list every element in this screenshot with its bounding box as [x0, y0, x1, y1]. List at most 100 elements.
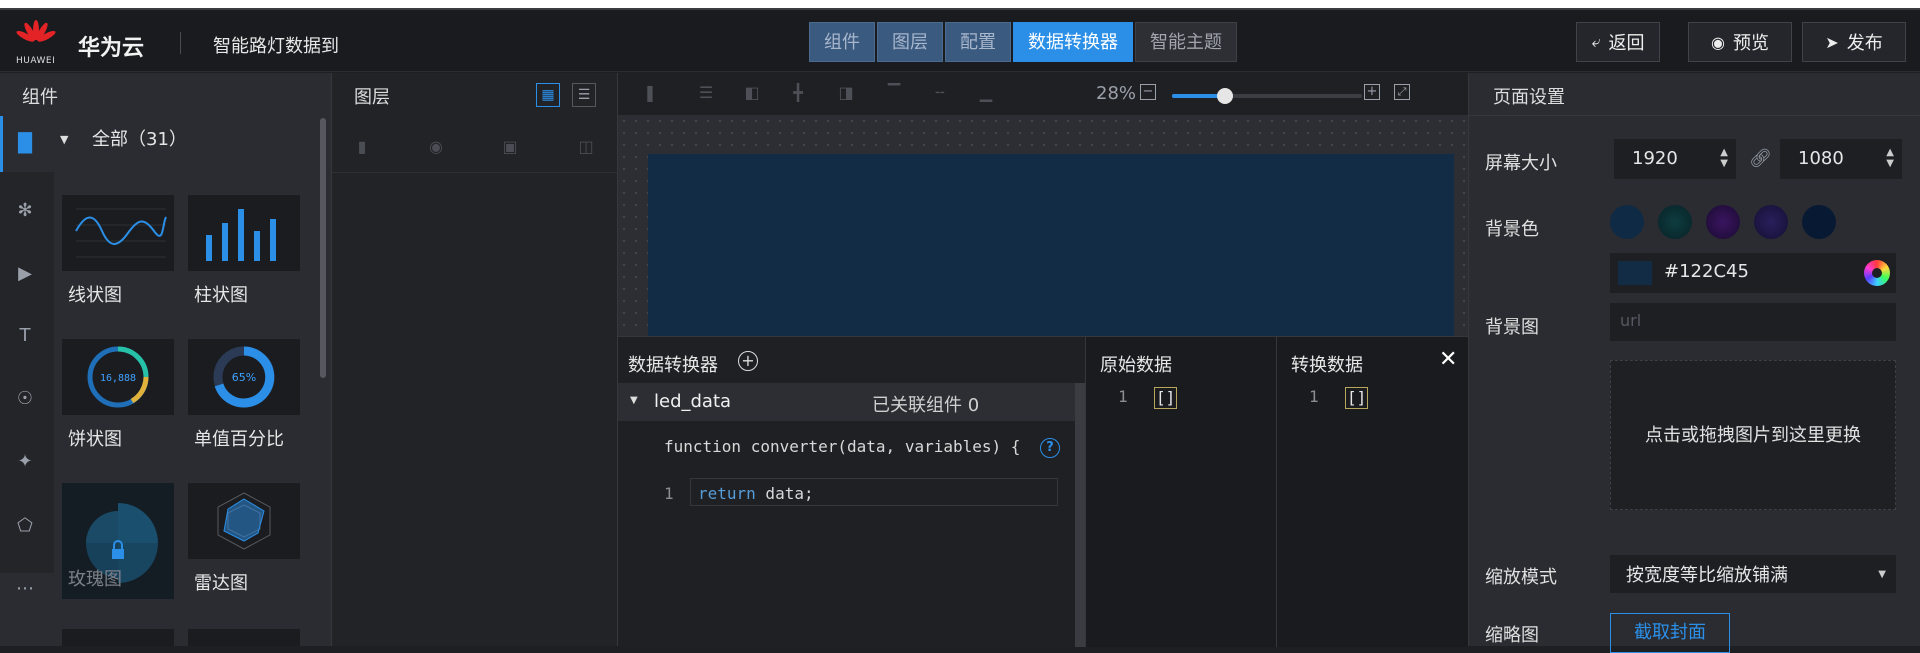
pie-chart-thumbnail[interactable]: 16,888 [62, 339, 174, 415]
color-picker-icon[interactable] [1864, 260, 1890, 286]
tab-config[interactable]: 配置 [945, 22, 1011, 62]
line-chart-thumbnail[interactable] [62, 195, 174, 271]
converter-title: 数据转换器 [628, 355, 718, 376]
bg-swatch-2[interactable] [1658, 205, 1692, 239]
publish-label: 发布 [1846, 33, 1883, 54]
tab-smart-theme[interactable]: 智能主题 [1135, 22, 1237, 62]
bg-color-chip [1618, 261, 1652, 285]
raw-data-pane: 原始数据 1 [] [1085, 337, 1276, 647]
preview-icon: ◉ [1711, 32, 1725, 52]
align-left-icon[interactable]: ❚ [640, 83, 660, 103]
align-left-edge-icon[interactable]: ◧ [742, 83, 762, 103]
trash-icon[interactable]: ◫ [576, 137, 596, 157]
chevron-down-icon: ▼ [1878, 569, 1886, 580]
linked-count: 已关联组件 0 [872, 395, 980, 416]
eye-icon[interactable]: ◉ [426, 137, 446, 157]
percent-label: 单值百分比 [194, 429, 284, 450]
transformed-data-pane: 转换数据 1 [] ✕ [1276, 337, 1468, 647]
rose-chart-label: 玫瑰图 [68, 569, 122, 590]
component-thumbnail-partial-1[interactable] [62, 629, 174, 646]
tab-layers[interactable]: 图层 [877, 22, 943, 62]
bar-chart-thumbnail[interactable] [188, 195, 300, 271]
logo-text: HUAWEI [16, 56, 56, 66]
pie-value-text: 16,888 [100, 373, 136, 384]
publish-button[interactable]: ➤ 发布 [1802, 22, 1906, 62]
align-center-h-icon[interactable]: ╋ [788, 83, 808, 103]
help-icon[interactable]: ? [1040, 438, 1060, 458]
zoom-out-icon[interactable]: − [1140, 84, 1156, 100]
zoom-level: 28% [1096, 83, 1137, 104]
bg-swatch-5[interactable] [1802, 205, 1836, 239]
scale-mode-value: 按宽度等比缩放铺满 [1626, 565, 1788, 586]
zoom-slider-knob[interactable] [1217, 88, 1233, 104]
component-thumbnail-partial-2[interactable] [188, 629, 300, 646]
project-name: 智能路灯数据到 [213, 36, 339, 57]
category-all[interactable]: 全部（31） [92, 125, 187, 151]
close-icon[interactable]: ✕ [1439, 347, 1457, 372]
align-right-edge-icon[interactable]: ◨ [836, 83, 856, 103]
raw-data-title: 原始数据 [1100, 355, 1172, 376]
percent-value-text: 65% [232, 371, 256, 384]
distribute-vertical-icon[interactable]: ☰ [696, 83, 716, 103]
bg-color-input[interactable]: #122C45 [1610, 253, 1896, 293]
category-caret-icon[interactable]: ▼ [60, 133, 68, 146]
align-middle-v-icon[interactable]: ╌ [930, 83, 950, 103]
components-scrollbar[interactable] [320, 118, 326, 378]
map-category-icon[interactable]: ✻ [12, 198, 38, 224]
preview-button[interactable]: ◉ 预览 [1688, 22, 1792, 62]
network-category-icon[interactable]: ☉ [12, 386, 38, 412]
screen-height-input[interactable]: 1080 ▲ ▼ [1780, 139, 1902, 179]
height-spinner-icon[interactable]: ▲ ▼ [1886, 147, 1894, 169]
lock-icon[interactable]: ▣ [500, 137, 520, 157]
add-converter-icon[interactable]: + [738, 351, 758, 371]
capture-cover-button[interactable]: 截取封面 [1610, 613, 1730, 653]
converter-row[interactable]: ▼ led_data 已关联组件 0 [618, 383, 1075, 421]
media-category-icon[interactable]: ▶ [12, 261, 38, 287]
bg-swatch-1[interactable] [1610, 205, 1644, 239]
page-settings-title: 页面设置 [1493, 87, 1565, 108]
bg-color-value: #122C45 [1664, 261, 1749, 282]
tab-data-converter[interactable]: 数据转换器 [1013, 22, 1133, 62]
link-ratio-icon[interactable]: 🔗︎ [1749, 148, 1772, 169]
bg-swatch-3[interactable] [1706, 205, 1740, 239]
zoom-slider[interactable] [1172, 88, 1362, 104]
screen-canvas[interactable] [648, 154, 1454, 336]
tab-components[interactable]: 组件 [809, 22, 875, 62]
material-category-icon[interactable]: ⬠ [12, 513, 38, 539]
radar-chart-thumbnail[interactable] [188, 483, 300, 559]
scale-mode-select[interactable]: 按宽度等比缩放铺满 ▼ [1610, 555, 1896, 593]
layers-panel-title: 图层 [354, 87, 390, 108]
collapse-caret-icon[interactable]: ▼ [630, 395, 638, 406]
grid-view-icon[interactable]: ▦ [536, 83, 560, 107]
align-bottom-icon[interactable]: ▁ [976, 83, 996, 103]
transformed-data-value[interactable]: [] [1345, 387, 1369, 409]
raw-data-value[interactable]: [] [1154, 387, 1178, 409]
bar-chart-category-icon[interactable]: █ [12, 131, 38, 157]
bg-swatch-4[interactable] [1754, 205, 1788, 239]
header-divider [180, 32, 181, 54]
text-category-icon[interactable]: T [12, 323, 38, 349]
return-statement[interactable]: return data; [698, 484, 814, 503]
screen-width-input[interactable]: 1920 ▲ ▼ [1614, 139, 1736, 179]
zoom-in-icon[interactable]: + [1364, 84, 1380, 100]
screen-size-label: 屏幕大小 [1485, 153, 1557, 174]
fit-screen-icon[interactable]: ⤢ [1394, 84, 1410, 100]
align-top-icon[interactable]: ▔ [884, 83, 904, 103]
percent-thumbnail[interactable]: 65% [188, 339, 300, 415]
pie-chart-label: 饼状图 [68, 429, 122, 450]
folder-icon[interactable]: ▮ [352, 137, 372, 157]
bg-image-url-input[interactable]: url [1610, 303, 1896, 341]
width-spinner-icon[interactable]: ▲ ▼ [1720, 147, 1728, 169]
function-signature: function converter(data, variables) { [664, 437, 1021, 456]
components-panel: 组件 █ ✻ ▶ T ☉ ✦ ⬠ ⋯ ▼ 全部（31） 线状图 柱状图 16,8… [0, 73, 331, 646]
decoration-category-icon[interactable]: ✦ [12, 449, 38, 475]
back-button[interactable]: ⤶ 返回 [1576, 22, 1660, 62]
list-view-icon[interactable]: ☰ [572, 83, 596, 107]
app-header: HUAWEI 华为云 智能路灯数据到 组件 图层 配置 数据转换器 智能主题 ⤶… [0, 10, 1920, 72]
more-category-icon[interactable]: ⋯ [12, 576, 38, 602]
converter-name: led_data [654, 391, 732, 412]
editor-scrollbar[interactable] [1075, 383, 1085, 647]
thumbnail-label: 缩略图 [1485, 625, 1539, 646]
preview-label: 预览 [1732, 33, 1769, 54]
bg-image-dropzone[interactable]: 点击或拖拽图片到这里更换 [1610, 360, 1896, 510]
